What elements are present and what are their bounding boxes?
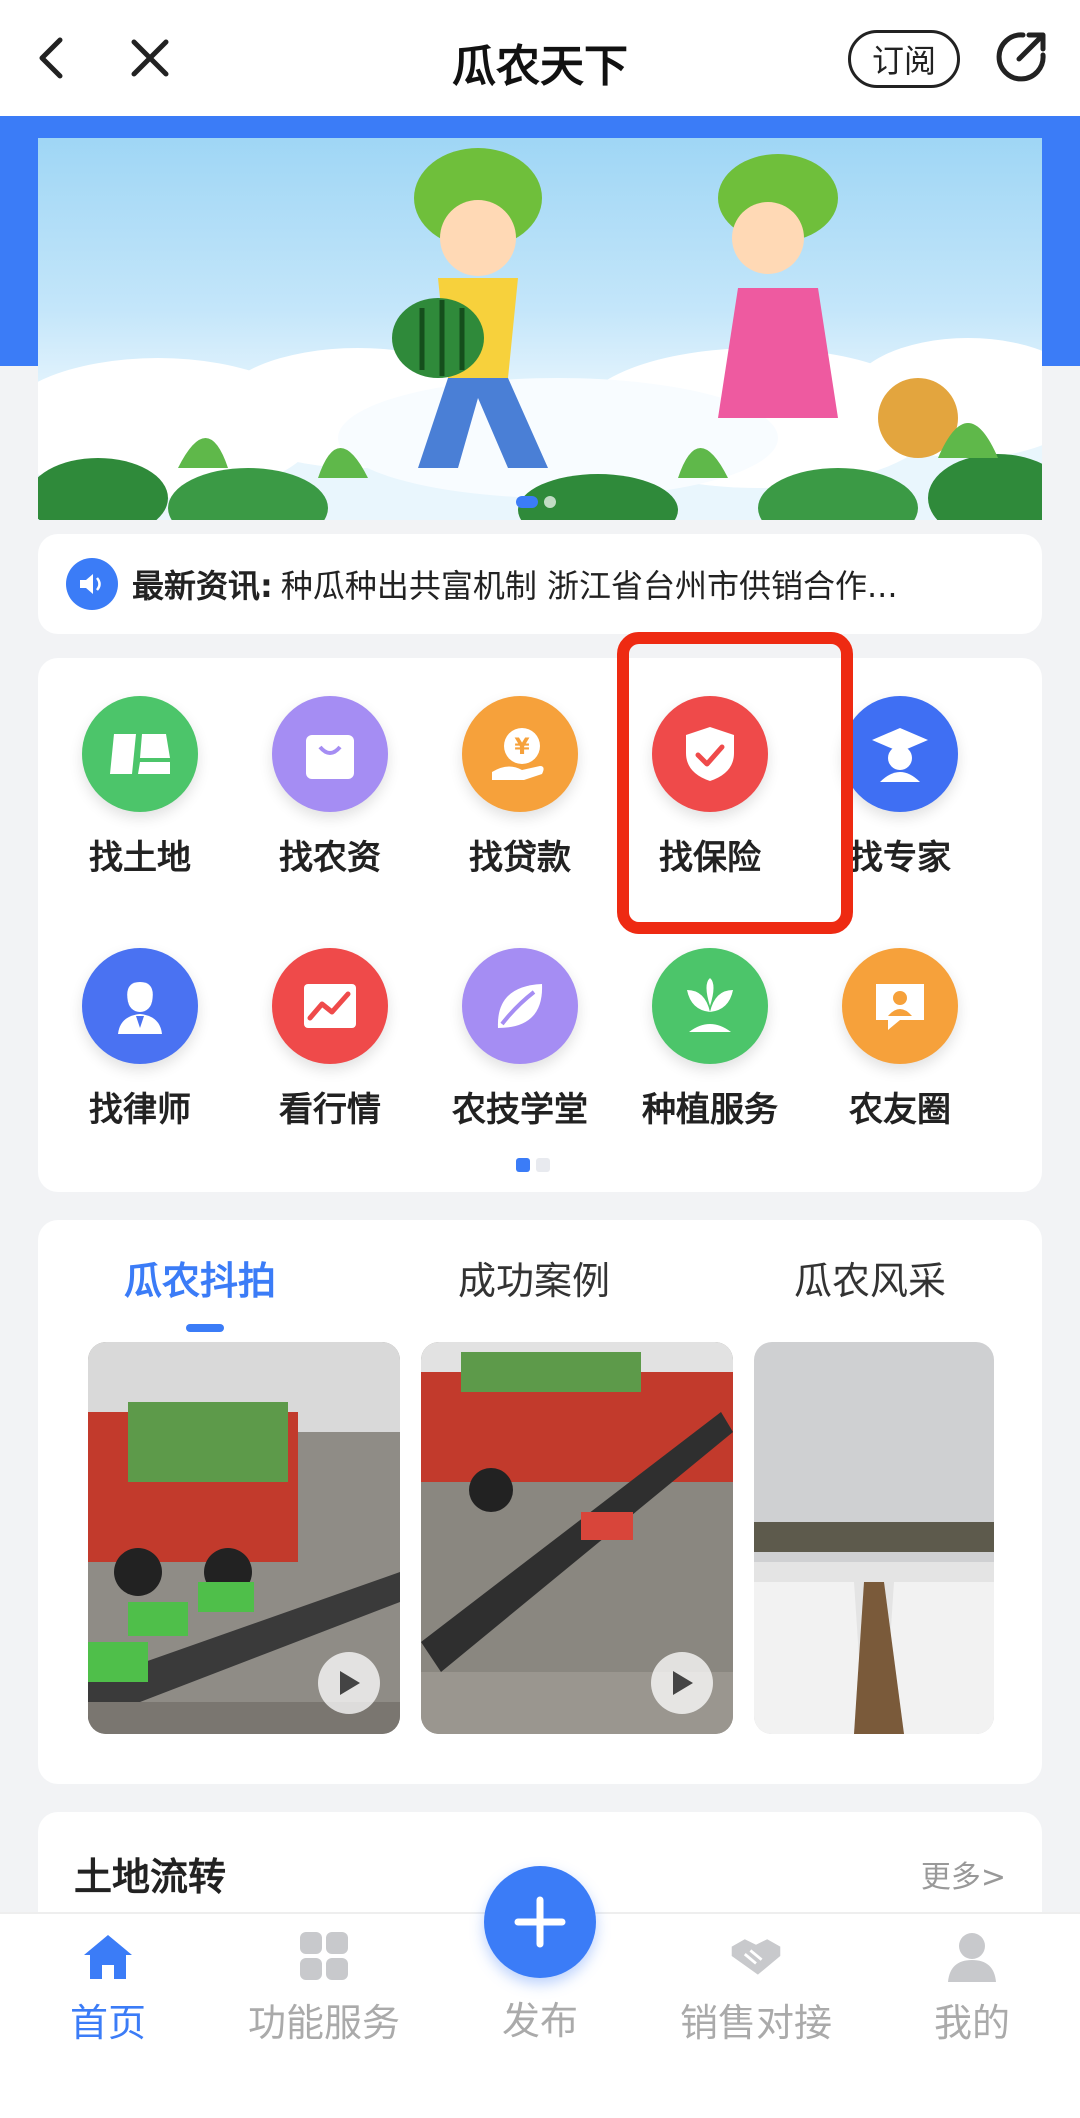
service-label: 找土地 [89,838,191,878]
service-agri-school[interactable]: 农技学堂 [430,910,610,1140]
tab-label: 首页 [69,2001,146,2045]
tab-success-cases[interactable]: 成功案例 [458,1250,610,1305]
handshake-icon [728,1928,784,1984]
service-market-trend[interactable]: 看行情 [240,910,420,1140]
more-link[interactable]: 更多> [921,1852,1006,1896]
video-thumbnail[interactable] [421,1342,733,1734]
service-find-loan[interactable]: ¥ 找贷款 [430,658,610,888]
subscribe-button[interactable]: 订阅 [848,30,960,88]
tab-farmer-showcase[interactable]: 瓜农风采 [794,1250,946,1305]
speaker-icon [66,558,118,610]
service-find-land[interactable]: 找土地 [50,658,230,888]
banner-dot [544,496,556,508]
service-label: 看行情 [279,1090,381,1130]
services-pagination [516,1158,550,1172]
tab-label: 我的 [933,2001,1010,2045]
land-icon [82,696,198,812]
news-ticker[interactable]: 最新资讯: 种瓜种出共富机制 浙江省台州市供销合作... [38,534,1042,634]
chat-user-icon [842,948,958,1064]
tab-services[interactable]: 功能服务 [216,1928,432,2047]
banner-dot-active [516,496,538,508]
user-icon [944,1928,1000,1984]
tab-mine[interactable]: 我的 [864,1928,1080,2047]
video-section: 瓜农抖拍 成功案例 瓜农风采 [38,1220,1042,1784]
publish-label: 发布 [501,1999,578,2043]
services-dot [536,1158,550,1172]
service-planting[interactable]: 种植服务 [620,910,800,1140]
service-label: 找贷款 [469,838,571,878]
banner-pagination [516,496,556,508]
leaf-icon [462,948,578,1064]
loan-yuan-icon: ¥ [462,696,578,812]
tab-label: 功能服务 [247,2001,400,2045]
banner-illustration [38,148,1042,520]
service-label: 种植服务 [642,1090,778,1130]
tab-underline [186,1324,224,1332]
promo-banner[interactable] [38,138,1042,520]
home-icon [80,1928,136,1984]
tab-sales[interactable]: 销售对接 [648,1928,864,2047]
market-trend-icon [272,948,388,1064]
service-find-lawyer[interactable]: 找律师 [50,910,230,1140]
service-farmer-circle[interactable]: 农友圈 [810,910,990,1140]
top-nav-bar: 瓜农天下 订阅 [0,0,1080,116]
tab-farmer-shoots[interactable]: 瓜农抖拍 [124,1250,276,1305]
tab-home[interactable]: 首页 [0,1928,216,2047]
video-thumbnail[interactable] [88,1342,400,1734]
shopping-bag-icon [272,696,388,812]
service-find-supplies[interactable]: 找农资 [240,658,420,888]
sprout-icon [652,948,768,1064]
ticker-headline[interactable]: 种瓜种出共富机制 浙江省台州市供销合作... [281,561,971,607]
tab-label: 销售对接 [679,2001,832,2045]
services-grid: 找土地 找农资 ¥ 找贷款 找保险 找专家 找律师 看行情 农技学堂 种植服务 … [38,658,1042,1192]
ticker-label: 最新资讯: [132,567,273,605]
expert-graduate-icon [842,696,958,812]
section-title: 土地流转 [74,1855,227,1899]
service-label: 找律师 [89,1090,191,1130]
svg-text:¥: ¥ [514,735,530,760]
video-thumbnail[interactable] [754,1342,994,1734]
plus-icon [514,1896,566,1948]
grid-icon [296,1928,352,1984]
service-label: 找农资 [279,838,381,878]
publish-button[interactable] [484,1866,596,1978]
lawyer-icon [82,948,198,1064]
play-icon[interactable] [651,1652,713,1714]
share-icon[interactable] [988,24,1054,90]
service-label: 农友圈 [849,1090,951,1130]
video-image [754,1342,994,1734]
services-dot-active [516,1158,530,1172]
service-label: 农技学堂 [452,1090,588,1130]
play-icon[interactable] [318,1652,380,1714]
highlight-annotation-box [617,632,853,934]
